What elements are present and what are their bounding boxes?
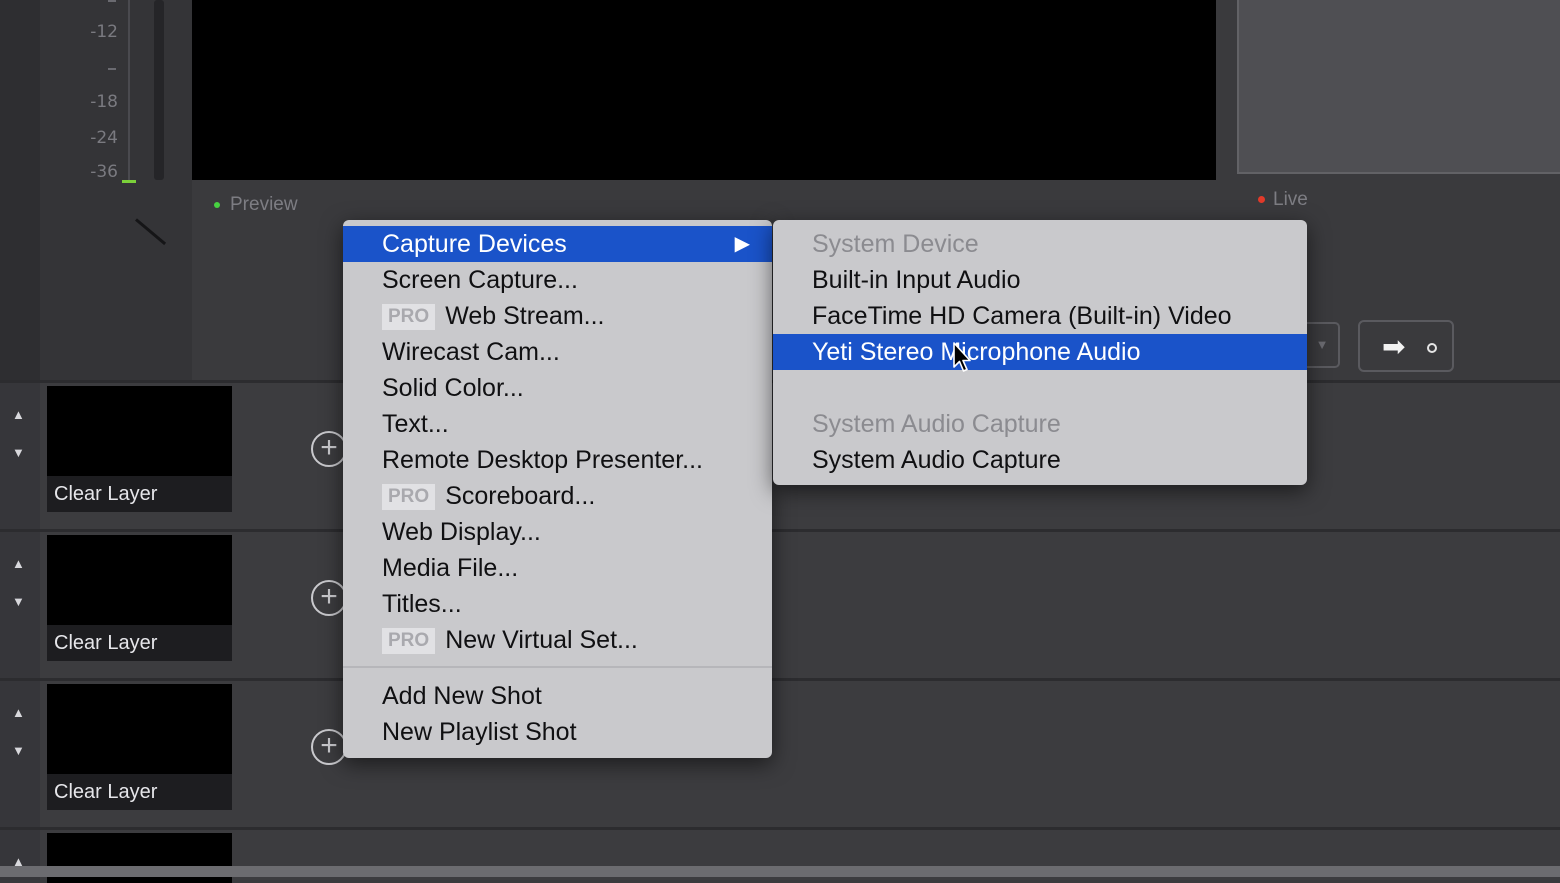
meter-db-label: -18 xyxy=(90,92,118,112)
submenu-header-system-audio-capture: System Audio Capture xyxy=(773,406,1307,442)
move-layer-up-icon[interactable]: ▲ xyxy=(12,407,25,422)
menu-item-label: New Virtual Set... xyxy=(445,626,638,654)
menu-item-text[interactable]: Text... xyxy=(343,406,772,442)
submenu-item-label: Yeti Stereo Microphone Audio xyxy=(812,338,1141,366)
add-shot-button[interactable]: + xyxy=(311,431,347,467)
meter-db-label: -12 xyxy=(90,22,118,42)
transition-dropdown[interactable]: ▼ xyxy=(1306,322,1340,368)
menu-item-media-file[interactable]: Media File... xyxy=(343,550,772,586)
submenu-item-yeti-microphone[interactable]: Yeti Stereo Microphone Audio xyxy=(773,334,1307,370)
mouse-cursor-icon xyxy=(953,342,971,372)
menu-item-add-new-shot[interactable]: Add New Shot xyxy=(343,678,772,714)
shot-label: Clear Layer xyxy=(47,625,232,661)
shot-thumbnail[interactable]: Clear Layer xyxy=(47,535,232,661)
meter-tick xyxy=(108,0,116,2)
submenu-header-system-device: System Device xyxy=(773,226,1307,262)
menu-item-label: Remote Desktop Presenter... xyxy=(382,446,703,474)
live-monitor xyxy=(1237,0,1560,174)
move-layer-up-icon[interactable]: ▲ xyxy=(12,705,25,720)
meter-level-indicator xyxy=(122,180,136,183)
layer-order-controls: ▲ ▼ xyxy=(0,383,40,529)
menu-item-label: Screen Capture... xyxy=(382,266,578,294)
meter-rule xyxy=(128,0,130,180)
plus-icon: + xyxy=(320,431,338,464)
bottom-strip xyxy=(0,866,1560,877)
submenu-header-label: System Audio Capture xyxy=(812,410,1061,438)
pro-badge: PRO xyxy=(382,484,436,510)
live-label: Live xyxy=(1258,189,1308,211)
capture-devices-submenu: System Device Built-in Input Audio FaceT… xyxy=(773,220,1307,485)
meter-db-label: -24 xyxy=(90,128,118,148)
menu-item-screen-capture[interactable]: Screen Capture... xyxy=(343,262,772,298)
submenu-arrow-icon: ▶ xyxy=(734,233,750,255)
menu-item-label: Capture Devices xyxy=(382,230,567,258)
menu-item-label: Media File... xyxy=(382,554,519,582)
meter-db-label: -36 xyxy=(90,162,118,182)
live-label-text: Live xyxy=(1273,189,1308,210)
menu-item-remote-desktop-presenter[interactable]: Remote Desktop Presenter... xyxy=(343,442,772,478)
menu-item-new-virtual-set[interactable]: PRO New Virtual Set... xyxy=(343,622,772,658)
circle-icon xyxy=(1427,343,1437,353)
shot-label: Clear Layer xyxy=(47,476,232,512)
submenu-item-built-in-input-audio[interactable]: Built-in Input Audio xyxy=(773,262,1307,298)
menu-item-label: Web Display... xyxy=(382,518,541,546)
add-shot-menu: Capture Devices ▶ Screen Capture... PRO W… xyxy=(343,220,772,758)
layer-order-controls: ▲ ▼ xyxy=(0,532,40,678)
submenu-header-label: System Device xyxy=(812,230,979,258)
pro-badge: PRO xyxy=(382,628,436,654)
pro-badge: PRO xyxy=(382,304,436,330)
meter-column xyxy=(0,0,40,380)
move-layer-down-icon[interactable]: ▼ xyxy=(12,594,25,609)
add-shot-button[interactable]: + xyxy=(311,729,347,765)
menu-item-label: Titles... xyxy=(382,590,462,618)
menu-item-label: Web Stream... xyxy=(445,302,605,330)
menu-item-label: Add New Shot xyxy=(382,682,542,710)
menu-item-capture-devices[interactable]: Capture Devices ▶ xyxy=(343,226,772,262)
shot-thumbnail[interactable]: Clear Layer xyxy=(47,684,232,810)
menu-item-web-stream[interactable]: PRO Web Stream... xyxy=(343,298,772,334)
move-layer-down-icon[interactable]: ▼ xyxy=(12,445,25,460)
menu-item-scoreboard[interactable]: PRO Scoreboard... xyxy=(343,478,772,514)
preview-label-text: Preview xyxy=(230,194,298,215)
menu-item-titles[interactable]: Titles... xyxy=(343,586,772,622)
menu-item-web-display[interactable]: Web Display... xyxy=(343,514,772,550)
submenu-item-label: Built-in Input Audio xyxy=(812,266,1021,294)
move-layer-up-icon[interactable]: ▲ xyxy=(12,556,25,571)
menu-separator xyxy=(343,666,772,668)
submenu-item-label: System Audio Capture xyxy=(812,446,1061,474)
submenu-item-system-audio-capture[interactable]: System Audio Capture xyxy=(773,442,1307,478)
chevron-down-icon: ▼ xyxy=(1315,337,1329,352)
audio-meter-panel xyxy=(40,0,192,380)
add-shot-button[interactable]: + xyxy=(311,580,347,616)
preview-label: Preview xyxy=(214,194,298,216)
menu-item-label: Wirecast Cam... xyxy=(382,338,560,366)
volume-slider-track[interactable] xyxy=(154,0,164,180)
arrow-right-icon: ➡ xyxy=(1382,331,1406,362)
menu-item-label: New Playlist Shot xyxy=(382,718,577,746)
go-live-button[interactable]: ➡ xyxy=(1358,320,1454,372)
move-layer-down-icon[interactable]: ▼ xyxy=(12,743,25,758)
layer-row: ▲ ▼ Clear Layer + xyxy=(0,529,1560,678)
meter-tick xyxy=(108,68,116,70)
submenu-item-facetime-camera[interactable]: FaceTime HD Camera (Built-in) Video xyxy=(773,298,1307,334)
preview-monitor xyxy=(192,0,1216,180)
menu-item-solid-color[interactable]: Solid Color... xyxy=(343,370,772,406)
menu-item-wirecast-cam[interactable]: Wirecast Cam... xyxy=(343,334,772,370)
shot-label: Clear Layer xyxy=(47,774,232,810)
live-status-dot xyxy=(1258,196,1265,204)
submenu-item-label: FaceTime HD Camera (Built-in) Video xyxy=(812,302,1232,330)
menu-item-new-playlist-shot[interactable]: New Playlist Shot xyxy=(343,714,772,750)
preview-status-dot xyxy=(214,201,220,208)
menu-item-label: Text... xyxy=(382,410,449,438)
menu-item-label: Scoreboard... xyxy=(445,482,596,510)
plus-icon: + xyxy=(320,580,338,613)
layer-row: ▲ ▼ Clear Layer + xyxy=(0,678,1560,827)
shot-thumbnail[interactable]: Clear Layer xyxy=(47,386,232,512)
plus-icon: + xyxy=(320,729,338,762)
menu-item-label: Solid Color... xyxy=(382,374,524,402)
layer-order-controls: ▲ ▼ xyxy=(0,681,40,827)
